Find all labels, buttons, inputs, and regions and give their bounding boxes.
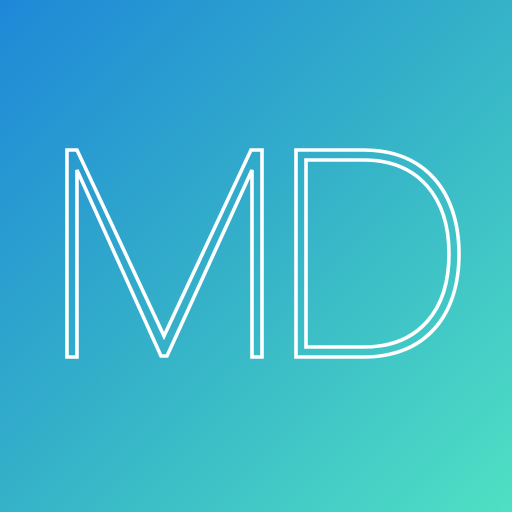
letter-d-glyph (294, 148, 461, 359)
md-monogram-logo: MD (65, 148, 461, 359)
letter-m-glyph (65, 148, 264, 359)
app-icon: MD (0, 0, 512, 512)
